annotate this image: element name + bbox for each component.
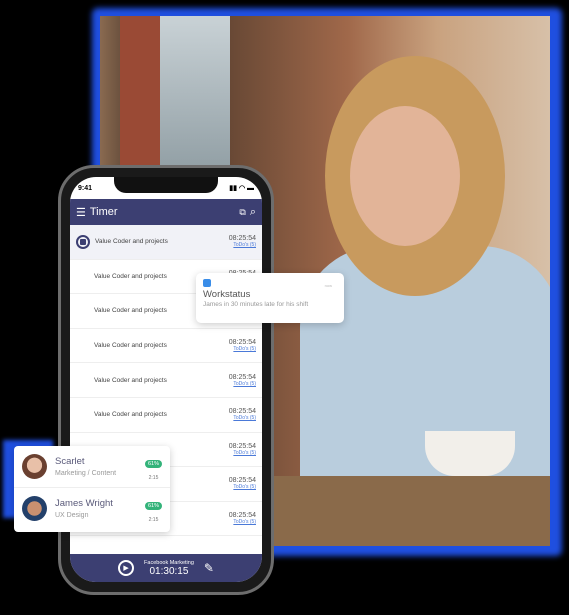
avatar	[22, 495, 47, 521]
current-project: Facebook Marketing	[144, 559, 194, 566]
todos-link[interactable]: ToDo's (5)	[229, 415, 256, 421]
timer-row[interactable]: Value Coder and projects 08:25:54 ToDo's…	[70, 225, 262, 260]
person-item[interactable]: Scarlet Marketing / Content 61% 2:15	[14, 446, 170, 487]
person-role: Marketing / Content	[55, 470, 117, 477]
search-icon[interactable]: ⌕	[250, 206, 256, 219]
notification-message: James in 30 minutes late for his shift	[203, 301, 309, 308]
phone-notch	[114, 177, 218, 193]
todos-link[interactable]: ToDo's (5)	[229, 484, 256, 490]
person-role: UX Design	[55, 511, 89, 519]
status-time: 9:41	[78, 184, 93, 192]
row-time: 08:25:54	[228, 512, 256, 520]
row-time: 08:25:54	[228, 339, 256, 347]
person-name: James Wright	[55, 497, 113, 509]
row-time: 08:25:54	[228, 373, 256, 381]
app-bar: ☰ Timer ⧉ ⌕	[70, 199, 262, 225]
person-duration: 2:15	[148, 475, 159, 481]
notification-card[interactable]: now Workstatus James in 30 minutes late …	[196, 273, 344, 323]
avatar	[22, 454, 47, 479]
person-name: Scarlet	[55, 456, 85, 467]
stop-button[interactable]	[76, 234, 90, 249]
project-name: Value Coder and projects	[94, 411, 167, 419]
elapsed-time: 01:30:15	[149, 565, 189, 577]
app-title: Timer	[89, 206, 118, 218]
edit-icon[interactable]: ✎	[204, 561, 214, 575]
hierarchy-icon[interactable]: ⧉	[239, 207, 245, 218]
notification-time: now	[324, 283, 332, 288]
menu-icon[interactable]: ☰	[76, 206, 86, 219]
notification-title: Workstatus	[203, 289, 251, 300]
timer-row[interactable]: Value Coder and projects 08:25:54 ToDo's…	[70, 329, 262, 364]
people-card: Scarlet Marketing / Content 61% 2:15 Jam…	[14, 446, 170, 532]
row-time: 08:25:54	[228, 477, 256, 485]
todos-link[interactable]: ToDo's (5)	[229, 242, 256, 248]
todos-link[interactable]: ToDo's (5)	[229, 381, 256, 387]
app-icon	[203, 279, 211, 287]
todos-link[interactable]: ToDo's (5)	[229, 346, 256, 352]
project-name: Value Coder and projects	[95, 238, 168, 246]
person-duration: 2:15	[148, 516, 159, 523]
row-time: 08:25:54	[228, 235, 256, 243]
percent-badge: 61%	[144, 460, 162, 468]
project-name: Value Coder and projects	[94, 342, 167, 350]
todos-link[interactable]: ToDo's (5)	[229, 519, 256, 525]
person-item[interactable]: James Wright UX Design 61% 2:15	[14, 487, 170, 528]
row-time: 08:25:54	[228, 442, 256, 450]
row-time: 08:25:54	[228, 408, 256, 416]
percent-badge: 61%	[144, 501, 162, 510]
timer-bar: ▶ Facebook Marketing 01:30:15 ✎	[70, 554, 262, 582]
timer-row[interactable]: Value Coder and projects 08:25:54 ToDo's…	[70, 363, 262, 398]
todos-link[interactable]: ToDo's (5)	[229, 450, 256, 456]
play-button[interactable]: ▶	[118, 560, 135, 576]
timer-row[interactable]: Value Coder and projects 08:25:54 ToDo's…	[70, 398, 262, 433]
signal-wifi-battery-icon: ▮▮ ◠ ▬	[229, 185, 254, 192]
project-name: Value Coder and projects	[94, 376, 167, 384]
